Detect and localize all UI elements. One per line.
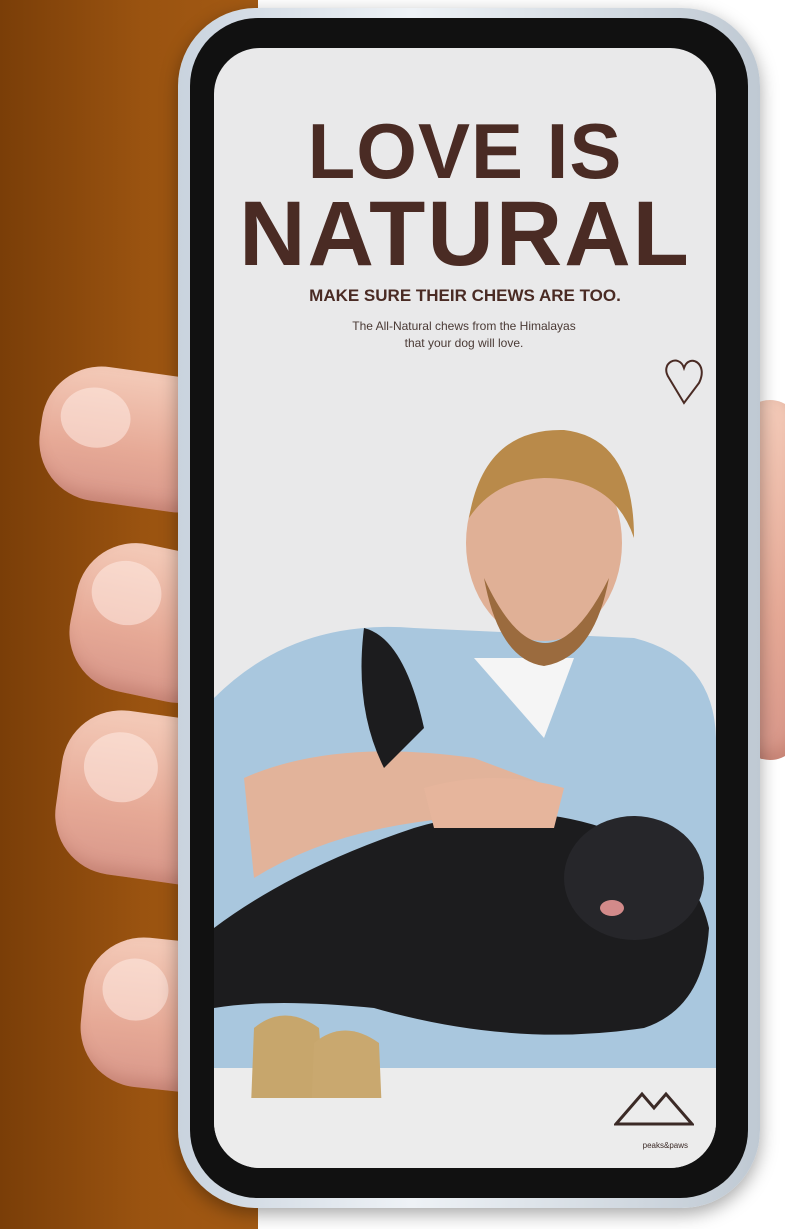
man-with-dog-photo xyxy=(214,408,716,1068)
product-image xyxy=(251,1015,382,1098)
heart-icon xyxy=(665,359,703,405)
product-footer: peaks&paws xyxy=(214,1015,716,1168)
phone-frame: LOVE IS NATURAL MAKE SURE THEIR CHEWS AR… xyxy=(178,8,760,1208)
phone-screen[interactable]: LOVE IS NATURAL MAKE SURE THEIR CHEWS AR… xyxy=(214,48,716,1168)
mountain-logo-icon xyxy=(614,1091,694,1126)
logo-text: peaks&paws xyxy=(642,1141,688,1150)
